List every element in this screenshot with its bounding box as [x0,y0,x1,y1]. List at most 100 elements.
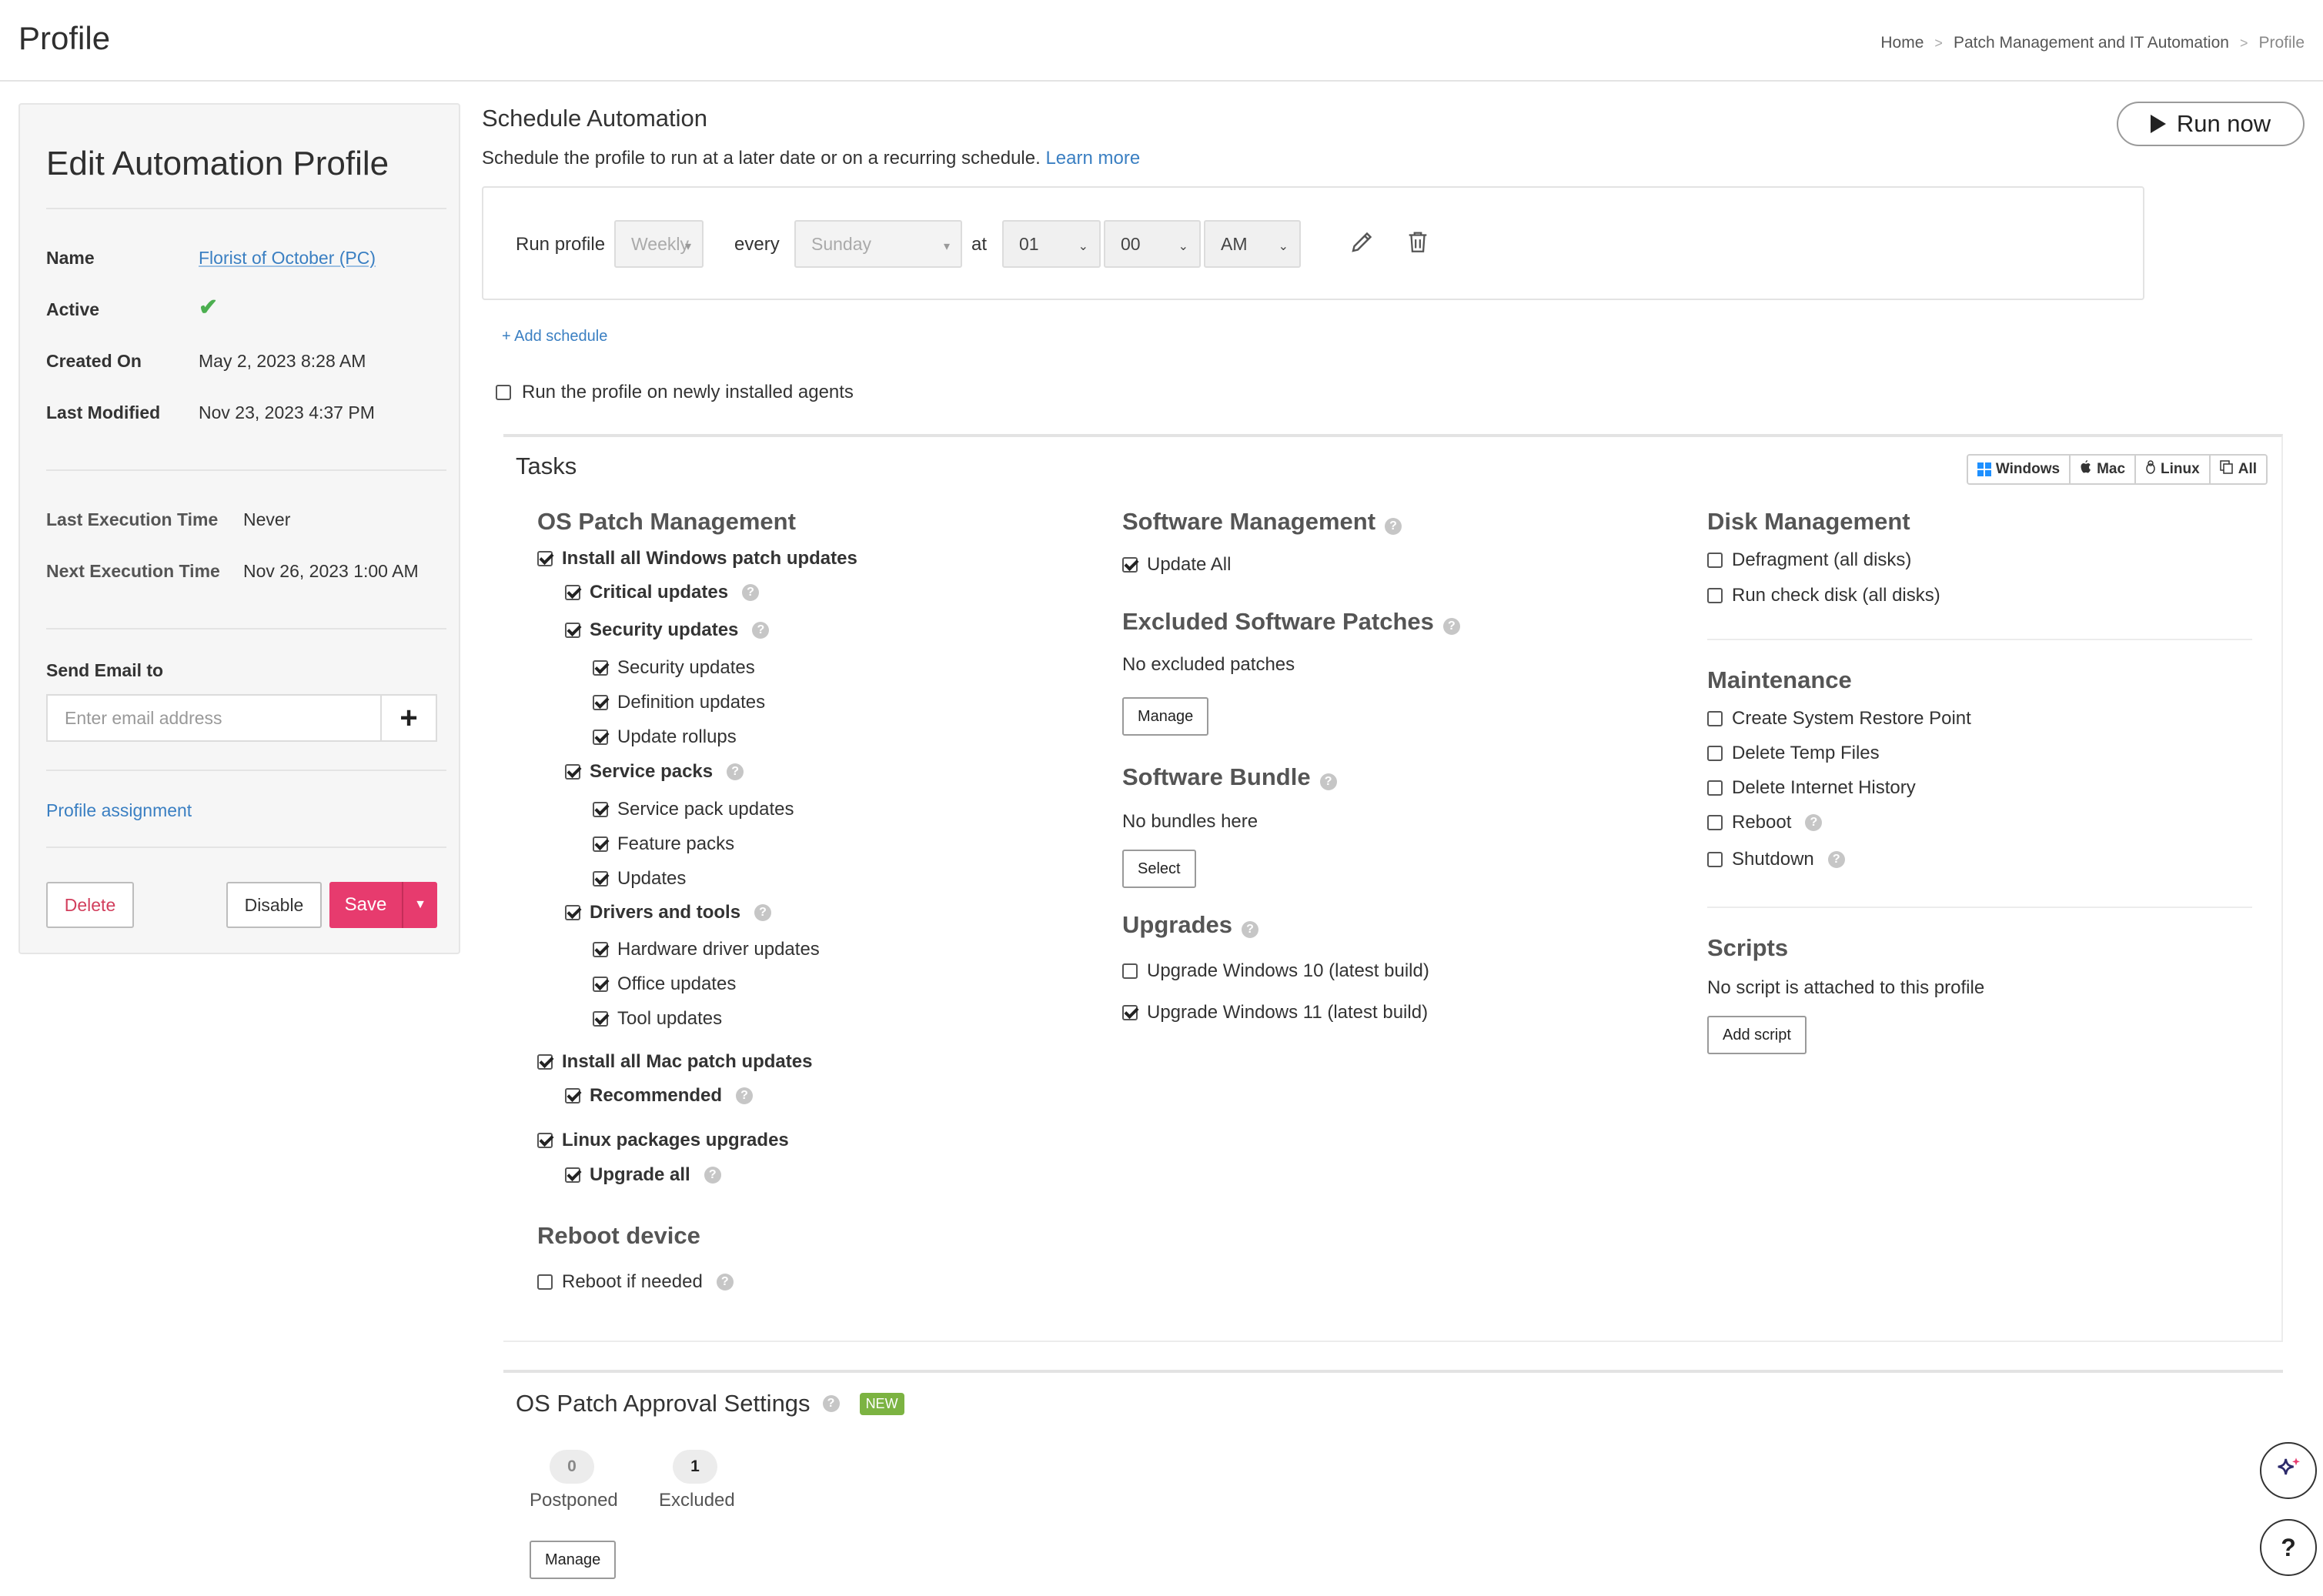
new-badge: NEW [859,1392,904,1415]
help-fab-button[interactable]: ? [2260,1519,2317,1576]
manage-excluded-button[interactable]: Manage [1122,697,1209,736]
help-icon[interactable]: ? [1319,773,1337,790]
help-icon[interactable]: ? [1442,618,1460,635]
trash-icon[interactable] [1401,225,1435,259]
help-icon[interactable]: ? [1385,518,1402,535]
check-disk-checkbox[interactable]: Run check disk (all disks) [1707,585,1940,606]
newly-installed-checkbox[interactable] [496,385,511,400]
excluded-label[interactable]: Excluded [659,1490,735,1511]
minute-select[interactable]: 00 ⌄ [1104,220,1201,268]
help-icon[interactable]: ? [727,763,744,780]
delete-history-label: Delete Internet History [1732,777,1916,798]
help-icon[interactable]: ? [742,584,760,601]
defragment-label: Defragment (all disks) [1732,549,1912,570]
reboot-checkbox[interactable]: Reboot? [1707,812,1823,833]
checkbox-unchecked-icon [1707,852,1723,867]
help-icon[interactable]: ? [754,904,772,921]
save-button[interactable]: Save [329,882,402,928]
no-excluded-text: No excluded patches [1122,654,1295,675]
help-icon[interactable]: ? [752,622,770,639]
manage-approval-button[interactable]: Manage [530,1541,617,1579]
help-icon[interactable]: ? [822,1395,840,1412]
upgrade-win11-checkbox[interactable]: Upgrade Windows 11 (latest build) [1122,1002,1428,1023]
tool-updates-checkbox[interactable]: Tool updates [593,1008,722,1030]
help-icon[interactable]: ? [704,1167,721,1184]
feature-packs-checkbox[interactable]: Feature packs [593,833,734,855]
service-pack-updates-checkbox[interactable]: Service pack updates [593,799,794,820]
hardware-driver-checkbox[interactable]: Hardware driver updates [593,939,820,960]
delete-history-checkbox[interactable]: Delete Internet History [1707,777,1916,799]
recommended-checkbox[interactable]: Recommended? [565,1085,754,1107]
hour-select[interactable]: 01 ⌄ [1002,220,1101,268]
profile-name-link[interactable]: Florist of October (PC) [199,248,376,269]
help-icon[interactable]: ? [736,1087,754,1104]
created-on-label: Created On [46,351,142,371]
filter-linux[interactable]: Linux [2134,456,2209,483]
checkbox-checked-icon [537,1054,553,1070]
newly-installed-checkbox-row[interactable]: Run the profile on newly installed agent… [496,382,854,403]
divider [46,770,446,771]
filter-windows[interactable]: Windows [1967,456,2070,483]
postponed-label[interactable]: Postponed [530,1490,618,1511]
office-updates-checkbox[interactable]: Office updates [593,973,736,995]
every-label: every [734,234,780,255]
checkbox-checked-icon [537,551,553,566]
disable-button[interactable]: Disable [226,882,322,928]
ai-sparkle-icon[interactable] [2260,1442,2317,1499]
upgrade-all-checkbox[interactable]: Upgrade all? [565,1164,721,1186]
breadcrumb: Home > Patch Management and IT Automatio… [1880,34,2305,52]
add-schedule-link[interactable]: + Add schedule [502,328,607,346]
definition-updates-checkbox[interactable]: Definition updates [593,692,765,713]
checkbox-checked-icon [593,977,608,992]
restore-point-checkbox[interactable]: Create System Restore Point [1707,708,1971,730]
update-rollups-label: Update rollups [617,726,737,747]
breadcrumb-patch-management[interactable]: Patch Management and IT Automation [1954,34,2229,52]
reboot-if-needed-checkbox[interactable]: Reboot if needed? [537,1271,734,1293]
updates-checkbox[interactable]: Updates [593,868,686,890]
checkbox-checked-icon [593,695,608,710]
security-updates-checkbox[interactable]: Security updates? [565,619,770,641]
postponed-count: 0 [550,1450,594,1484]
checkbox-checked-icon [565,585,580,600]
software-bundle-title: Software Bundle [1122,763,1311,790]
security-sub-checkbox[interactable]: Security updates [593,657,755,679]
update-rollups-checkbox[interactable]: Update rollups [593,726,737,748]
update-all-checkbox[interactable]: Update All [1122,554,1231,576]
filter-mac[interactable]: Mac [2069,456,2135,483]
hardware-driver-label: Hardware driver updates [617,939,820,960]
service-packs-checkbox[interactable]: Service packs? [565,761,744,783]
excluded-patches-title: Excluded Software Patches [1122,608,1434,635]
select-bundle-button[interactable]: Select [1122,850,1196,888]
defragment-checkbox[interactable]: Defragment (all disks) [1707,549,1911,571]
ampm-select[interactable]: AM ⌄ [1204,220,1301,268]
upgrade-win10-checkbox[interactable]: Upgrade Windows 10 (latest build) [1122,960,1429,982]
linux-packages-checkbox[interactable]: Linux packages upgrades [537,1130,789,1151]
delete-temp-checkbox[interactable]: Delete Temp Files [1707,743,1880,764]
delete-button[interactable]: Delete [46,882,134,928]
help-icon[interactable]: ? [1827,851,1845,868]
breadcrumb-home[interactable]: Home [1880,34,1924,52]
install-windows-checkbox[interactable]: Install all Windows patch updates [537,548,857,569]
shutdown-checkbox[interactable]: Shutdown? [1707,849,1845,870]
checkbox-checked-icon [565,764,580,780]
install-mac-checkbox[interactable]: Install all Mac patch updates [537,1051,812,1073]
add-script-button[interactable]: Add script [1707,1016,1807,1054]
help-icon[interactable]: ? [1805,814,1823,831]
drivers-tools-checkbox[interactable]: Drivers and tools? [565,902,772,923]
edit-pencil-icon[interactable] [1345,225,1379,259]
critical-updates-checkbox[interactable]: Critical updates? [565,582,760,603]
learn-more-link[interactable]: Learn more [1045,148,1140,169]
no-script-text: No script is attached to this profile [1707,977,1985,998]
minute-value: 00 [1121,233,1141,254]
help-icon[interactable]: ? [1241,921,1258,938]
reboot-label: Reboot [1732,812,1792,833]
add-email-button[interactable]: + [382,694,437,742]
filter-all[interactable]: All [2208,456,2266,483]
save-options-caret-icon[interactable]: ▼ [402,882,437,928]
profile-assignment-link[interactable]: Profile assignment [46,800,192,821]
check-disk-label: Run check disk (all disks) [1732,585,1940,606]
run-now-button[interactable]: Run now [2117,102,2305,146]
filter-windows-label: Windows [1995,461,2061,477]
help-icon[interactable]: ? [716,1274,734,1290]
email-input[interactable] [46,694,382,742]
